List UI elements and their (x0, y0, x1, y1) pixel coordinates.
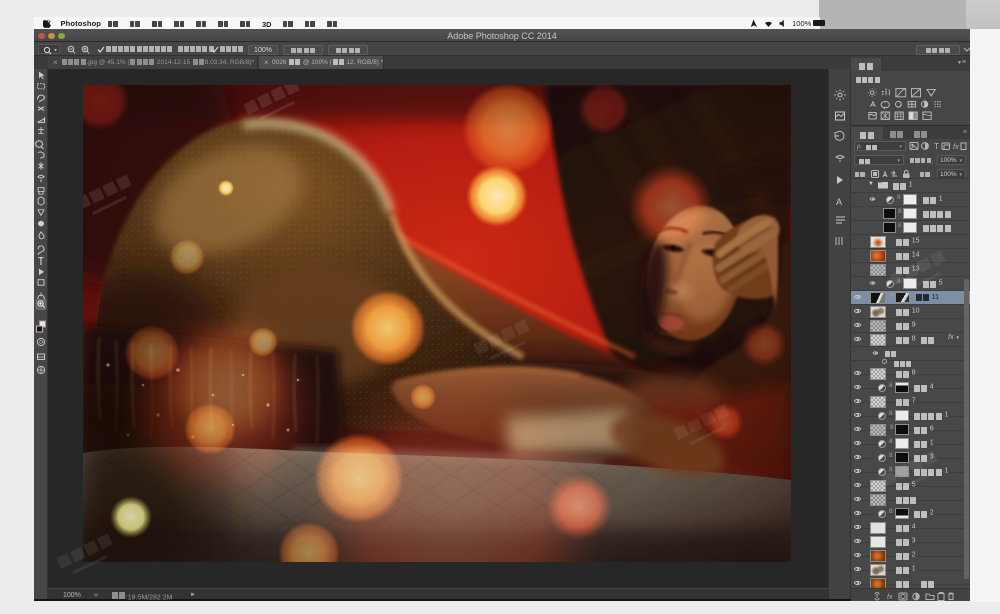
svg-text:A: A (836, 197, 842, 207)
svg-text:T: T (934, 141, 939, 151)
svg-text:fx: fx (953, 142, 959, 151)
svg-text:fx: fx (887, 594, 893, 601)
